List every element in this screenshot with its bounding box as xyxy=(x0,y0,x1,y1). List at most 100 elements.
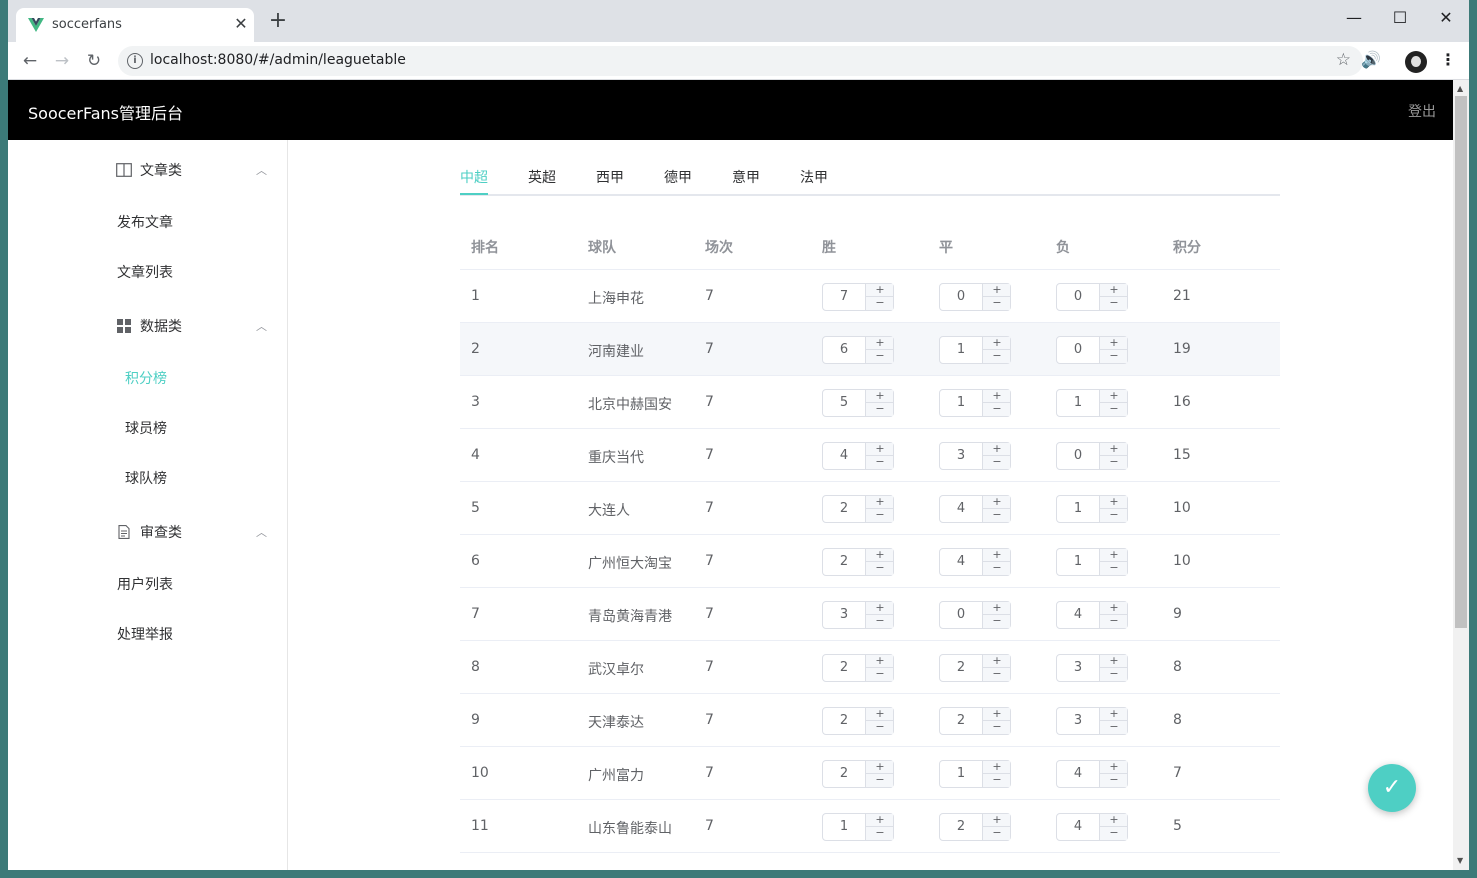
loss-stepper[interactable]: 4 + − xyxy=(1056,813,1128,841)
decrement-button[interactable]: − xyxy=(866,456,894,469)
draw-stepper[interactable]: 0 + − xyxy=(939,283,1011,311)
tab-epl[interactable]: 英超 xyxy=(528,167,556,187)
save-check-button[interactable]: ✓ xyxy=(1368,764,1416,812)
decrement-button[interactable]: − xyxy=(866,350,894,363)
minimize-icon[interactable]: — xyxy=(1331,4,1377,32)
win-stepper[interactable]: 2 + − xyxy=(822,760,894,788)
stepper-value[interactable]: 0 xyxy=(1057,284,1099,310)
decrement-button[interactable]: − xyxy=(1100,350,1128,363)
decrement-button[interactable]: − xyxy=(983,774,1011,787)
stepper-value[interactable]: 1 xyxy=(1057,549,1099,575)
sidebar-group-review[interactable]: 审查类 xyxy=(116,522,182,542)
decrement-button[interactable]: − xyxy=(1100,562,1128,575)
draw-stepper[interactable]: 2 + − xyxy=(939,813,1011,841)
stepper-value[interactable]: 4 xyxy=(940,549,982,575)
decrement-button[interactable]: − xyxy=(1100,456,1128,469)
loss-stepper[interactable]: 1 + − xyxy=(1056,548,1128,576)
decrement-button[interactable]: − xyxy=(983,668,1011,681)
tab-close-icon[interactable]: ✕ xyxy=(232,15,250,33)
tab-bundesliga[interactable]: 德甲 xyxy=(664,167,692,187)
decrement-button[interactable]: − xyxy=(866,668,894,681)
win-stepper[interactable]: 2 + − xyxy=(822,707,894,735)
decrement-button[interactable]: − xyxy=(866,297,894,310)
decrement-button[interactable]: − xyxy=(866,721,894,734)
decrement-button[interactable]: − xyxy=(983,562,1011,575)
stepper-value[interactable]: 0 xyxy=(1057,443,1099,469)
sidebar-item-player-ranking[interactable]: 球员榜 xyxy=(125,418,167,438)
decrement-button[interactable]: − xyxy=(1100,774,1128,787)
stepper-value[interactable]: 3 xyxy=(940,443,982,469)
stepper-value[interactable]: 5 xyxy=(823,390,865,416)
scroll-down-arrow-icon[interactable]: ▼ xyxy=(1457,856,1463,865)
logout-link[interactable]: 登出 xyxy=(1408,101,1436,121)
decrement-button[interactable]: − xyxy=(866,403,894,416)
decrement-button[interactable]: − xyxy=(983,456,1011,469)
win-stepper[interactable]: 2 + − xyxy=(822,548,894,576)
loss-stepper[interactable]: 0 + − xyxy=(1056,283,1128,311)
loss-stepper[interactable]: 0 + − xyxy=(1056,336,1128,364)
back-icon[interactable]: ← xyxy=(18,49,42,73)
loss-stepper[interactable]: 1 + − xyxy=(1056,495,1128,523)
stepper-value[interactable]: 2 xyxy=(940,655,982,681)
loss-stepper[interactable]: 0 + − xyxy=(1056,442,1128,470)
stepper-value[interactable]: 1 xyxy=(940,337,982,363)
draw-stepper[interactable]: 3 + − xyxy=(939,442,1011,470)
decrement-button[interactable]: − xyxy=(983,827,1011,840)
site-info-icon[interactable]: i xyxy=(127,53,143,69)
address-bar[interactable]: i localhost:8080/#/admin/leaguetable ☆ xyxy=(118,46,1363,76)
sidebar-item-article-list[interactable]: 文章列表 xyxy=(117,262,173,282)
stepper-value[interactable]: 4 xyxy=(940,496,982,522)
stepper-value[interactable]: 1 xyxy=(940,761,982,787)
stepper-value[interactable]: 3 xyxy=(823,602,865,628)
decrement-button[interactable]: − xyxy=(1100,403,1128,416)
scroll-up-arrow-icon[interactable]: ▲ xyxy=(1457,84,1463,93)
decrement-button[interactable]: − xyxy=(866,509,894,522)
stepper-value[interactable]: 2 xyxy=(823,496,865,522)
draw-stepper[interactable]: 1 + − xyxy=(939,336,1011,364)
win-stepper[interactable]: 7 + − xyxy=(822,283,894,311)
win-stepper[interactable]: 3 + − xyxy=(822,601,894,629)
stepper-value[interactable]: 3 xyxy=(1057,655,1099,681)
sidebar-group-articles[interactable]: 文章类 xyxy=(116,160,182,180)
stepper-value[interactable]: 7 xyxy=(823,284,865,310)
decrement-button[interactable]: − xyxy=(983,350,1011,363)
draw-stepper[interactable]: 4 + − xyxy=(939,495,1011,523)
stepper-value[interactable]: 2 xyxy=(940,814,982,840)
draw-stepper[interactable]: 2 + − xyxy=(939,707,1011,735)
decrement-button[interactable]: − xyxy=(1100,721,1128,734)
stepper-value[interactable]: 4 xyxy=(823,443,865,469)
win-stepper[interactable]: 2 + − xyxy=(822,495,894,523)
loss-stepper[interactable]: 4 + − xyxy=(1056,760,1128,788)
stepper-value[interactable]: 2 xyxy=(823,761,865,787)
loss-stepper[interactable]: 4 + − xyxy=(1056,601,1128,629)
stepper-value[interactable]: 2 xyxy=(940,708,982,734)
decrement-button[interactable]: − xyxy=(983,615,1011,628)
tab-laliga[interactable]: 西甲 xyxy=(596,167,624,187)
decrement-button[interactable]: − xyxy=(1100,827,1128,840)
decrement-button[interactable]: − xyxy=(1100,297,1128,310)
decrement-button[interactable]: − xyxy=(983,297,1011,310)
stepper-value[interactable]: 1 xyxy=(1057,390,1099,416)
tab-ligue-1[interactable]: 法甲 xyxy=(800,167,828,187)
decrement-button[interactable]: − xyxy=(1100,668,1128,681)
sidebar-item-user-list[interactable]: 用户列表 xyxy=(117,574,173,594)
loss-stepper[interactable]: 3 + − xyxy=(1056,654,1128,682)
maximize-icon[interactable]: ☐ xyxy=(1377,4,1423,32)
decrement-button[interactable]: − xyxy=(866,562,894,575)
tab-csl[interactable]: 中超 xyxy=(460,167,488,187)
stepper-value[interactable]: 0 xyxy=(1057,337,1099,363)
draw-stepper[interactable]: 4 + − xyxy=(939,548,1011,576)
win-stepper[interactable]: 2 + − xyxy=(822,654,894,682)
stepper-value[interactable]: 4 xyxy=(1057,761,1099,787)
sidebar-item-handle-reports[interactable]: 处理举报 xyxy=(117,624,173,644)
draw-stepper[interactable]: 0 + − xyxy=(939,601,1011,629)
stepper-value[interactable]: 1 xyxy=(823,814,865,840)
decrement-button[interactable]: − xyxy=(1100,509,1128,522)
decrement-button[interactable]: − xyxy=(983,509,1011,522)
draw-stepper[interactable]: 2 + − xyxy=(939,654,1011,682)
new-tab-icon[interactable]: + xyxy=(266,10,290,34)
chevron-up-icon[interactable]: ︿ xyxy=(256,318,267,334)
chevron-up-icon[interactable]: ︿ xyxy=(256,162,267,178)
stepper-value[interactable]: 0 xyxy=(940,284,982,310)
profile-avatar[interactable] xyxy=(1405,51,1427,73)
